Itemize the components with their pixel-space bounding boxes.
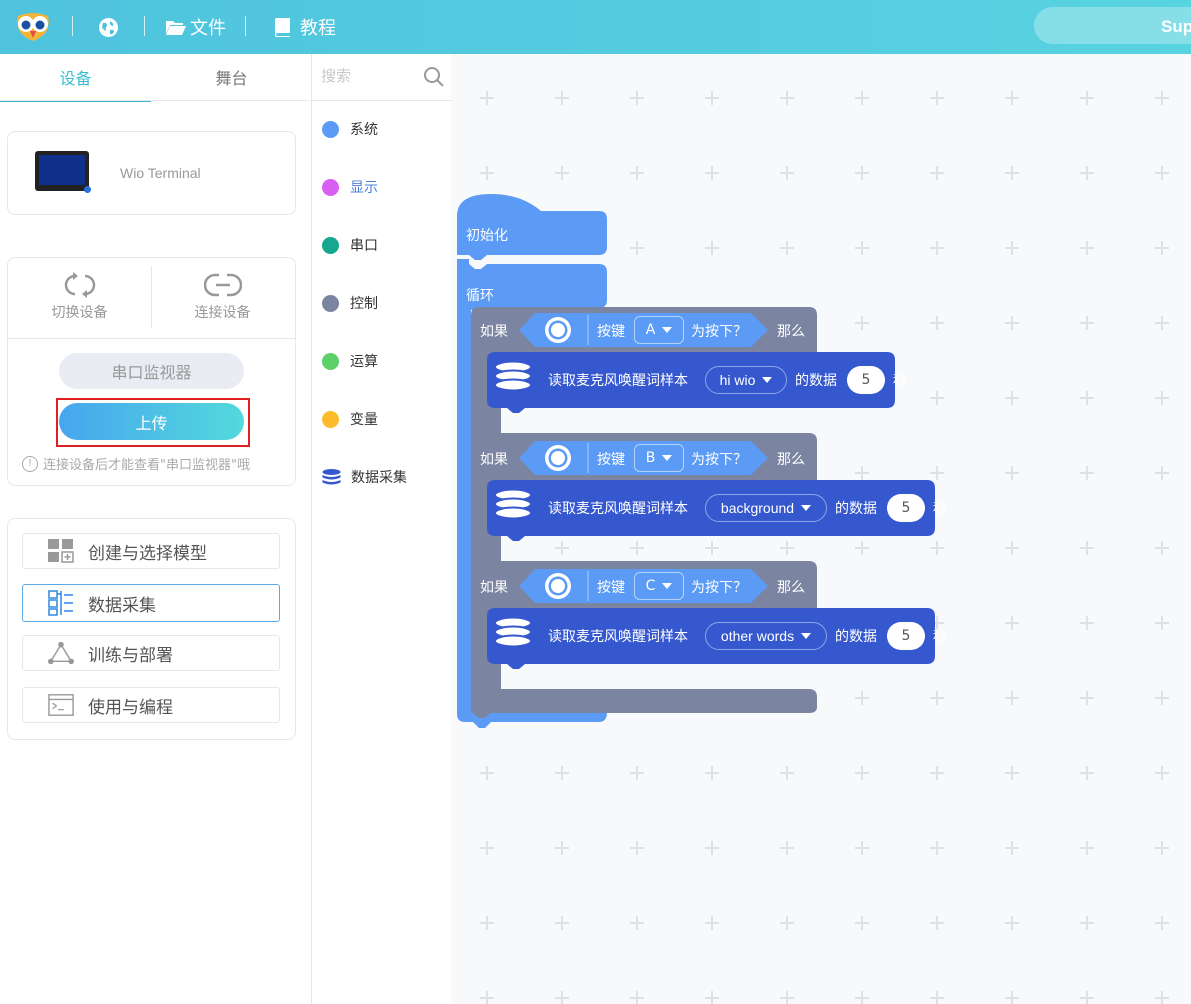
connection-hint-text: 连接设备后才能查看"串口监视器"哦 xyxy=(43,458,250,473)
category-label: 运算 xyxy=(350,354,378,370)
category-operators[interactable]: 运算 xyxy=(322,350,378,372)
chevron-down-icon xyxy=(801,505,812,511)
switch-icon xyxy=(8,272,151,302)
step-label: 训练与部署 xyxy=(88,645,173,666)
data-list-icon xyxy=(48,590,74,616)
tab-stage[interactable]: 舞台 xyxy=(156,54,307,100)
file-menu[interactable]: 文件 xyxy=(165,0,226,54)
category-label: 数据采集 xyxy=(351,470,407,486)
device-image xyxy=(35,151,91,193)
seconds-input[interactable]: 5 xyxy=(847,366,885,394)
step-create-model[interactable]: 创建与选择模型 xyxy=(22,533,280,569)
connection-hint: ! 连接设备后才能查看"串口监视器"哦 xyxy=(22,454,250,473)
key-dropdown[interactable]: C xyxy=(634,572,684,600)
search-input[interactable]: 搜索 xyxy=(321,65,351,86)
switch-device-label: 切换设备 xyxy=(51,305,108,321)
chevron-down-icon xyxy=(662,583,673,589)
tab-divider xyxy=(0,100,311,101)
step-label: 数据采集 xyxy=(88,595,156,616)
serial-monitor-button[interactable]: 串口监视器 xyxy=(59,353,244,389)
seconds-input[interactable]: 5 xyxy=(887,494,925,522)
device-card[interactable]: Wio Terminal xyxy=(7,131,296,215)
category-label: 显示 xyxy=(350,180,378,196)
connect-device-label: 连接设备 xyxy=(194,305,251,321)
loop-block-label: 循环 xyxy=(466,288,494,304)
category-label: 控制 xyxy=(350,296,378,312)
tutorial-menu[interactable]: 教程 xyxy=(275,0,336,54)
connect-device-button[interactable]: 连接设备 xyxy=(151,268,294,330)
step-use-program[interactable]: 使用与编程 xyxy=(22,687,280,723)
step-label: 使用与编程 xyxy=(88,697,173,718)
tab-device[interactable]: 设备 xyxy=(0,54,151,102)
category-data-collection[interactable]: 数据采集 xyxy=(322,466,407,488)
terminal-icon xyxy=(48,692,74,718)
workspace-grid xyxy=(451,54,1191,1004)
sample-value: other words xyxy=(720,628,795,644)
topbar-divider xyxy=(72,16,73,36)
account-label: Sup xyxy=(1161,17,1191,36)
step-train-deploy[interactable]: 训练与部署 xyxy=(22,635,280,671)
category-label: 变量 xyxy=(350,412,378,428)
category-dot-icon xyxy=(322,352,339,370)
book-icon xyxy=(275,17,290,37)
category-variables[interactable]: 变量 xyxy=(322,408,378,430)
category-dot-icon xyxy=(322,178,339,196)
grid-plus-icon xyxy=(48,538,74,564)
key-dropdown[interactable]: A xyxy=(634,316,684,344)
chevron-down-icon xyxy=(762,377,773,383)
category-dot-icon xyxy=(322,294,339,312)
top-bar: 文件 教程 Sup xyxy=(0,0,1191,54)
connection-card: 切换设备 连接设备 串口监视器 上传 ! 连接设备后才能查看"串口监视器"哦 xyxy=(7,257,296,486)
category-label: 系统 xyxy=(350,122,378,138)
network-triangle-icon xyxy=(48,640,74,666)
category-dot-icon xyxy=(322,120,339,138)
logo-owl-icon[interactable] xyxy=(14,0,52,54)
topbar-divider xyxy=(245,16,246,36)
topbar-divider xyxy=(144,16,145,36)
category-control[interactable]: 控制 xyxy=(322,292,378,314)
step-label: 创建与选择模型 xyxy=(88,543,207,564)
device-name: Wio Terminal xyxy=(120,165,201,181)
step-data-collection[interactable]: 数据采集 xyxy=(22,584,280,622)
database-icon xyxy=(322,468,341,484)
divider xyxy=(8,338,295,339)
sample-value: background xyxy=(720,500,795,516)
category-dot-icon xyxy=(322,236,339,254)
chevron-down-icon xyxy=(662,327,673,333)
folder-icon xyxy=(166,20,186,35)
category-serial[interactable]: 串口 xyxy=(322,234,378,256)
key-value: A xyxy=(645,322,656,338)
globe-icon[interactable] xyxy=(98,0,119,54)
left-panel: 设备 舞台 Wio Terminal 切换设备 连接设备 串口监视器 上传 ! … xyxy=(0,54,312,1004)
chevron-down-icon xyxy=(801,633,812,639)
category-label: 串口 xyxy=(350,238,378,254)
init-block-label: 初始化 xyxy=(466,228,508,244)
category-system[interactable]: 系统 xyxy=(322,118,378,140)
search-icon[interactable] xyxy=(423,66,445,88)
file-menu-label: 文件 xyxy=(190,18,226,39)
key-dropdown[interactable]: B xyxy=(634,444,684,472)
warning-icon: ! xyxy=(22,455,38,472)
upload-button[interactable]: 上传 xyxy=(59,403,244,440)
key-value: B xyxy=(645,450,656,466)
sample-dropdown[interactable]: background xyxy=(705,494,827,522)
divider xyxy=(312,100,451,101)
tutorial-menu-label: 教程 xyxy=(300,18,336,39)
seconds-input[interactable]: 5 xyxy=(887,622,925,650)
sample-value: hi wio xyxy=(719,372,756,388)
link-icon xyxy=(151,272,294,302)
switch-device-button[interactable]: 切换设备 xyxy=(8,268,151,330)
sample-dropdown[interactable]: other words xyxy=(705,622,827,650)
block-category-panel: 搜索 系统 显示 串口 控制 运算 变量 数据采集 xyxy=(312,54,451,1004)
category-dot-icon xyxy=(322,410,339,428)
key-value: C xyxy=(645,578,656,594)
sample-dropdown[interactable]: hi wio xyxy=(705,366,787,394)
chevron-down-icon xyxy=(662,455,673,461)
category-display[interactable]: 显示 xyxy=(322,176,378,198)
code-workspace[interactable]: 初始化 循环 如果 按键 A 为按下？ 那么 读取麦克风唤醒词样本 hi wio 的数据 5 秒如… xyxy=(451,54,1191,1004)
workflow-steps: 创建与选择模型 数据采集 训练与部署 使用与编程 xyxy=(7,518,296,740)
